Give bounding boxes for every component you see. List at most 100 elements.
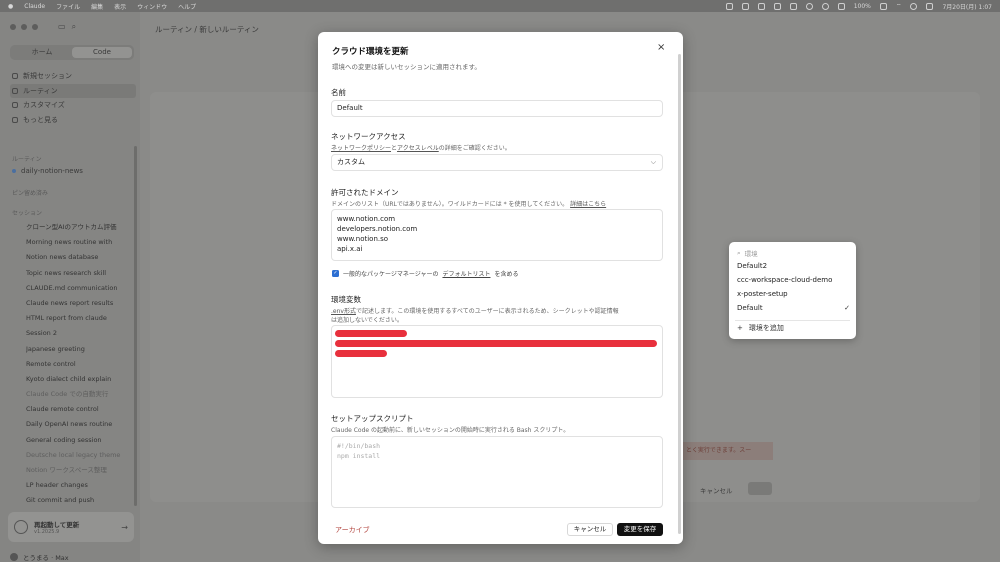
update-version: v1.2025.9 xyxy=(34,529,60,535)
default-list-link[interactable]: デフォルトリスト xyxy=(442,269,490,278)
option-label: ccc-workspace-cloud-demo xyxy=(737,276,833,284)
apple-icon[interactable]: ● xyxy=(8,3,13,10)
mode-switch: ホーム Code xyxy=(10,45,134,60)
learn-more-link[interactable]: 詳細はこちら xyxy=(570,201,606,208)
menu-edit[interactable]: 編集 xyxy=(91,2,103,11)
save-changes-button[interactable]: 変更を保存 xyxy=(617,523,663,536)
wifi-icon[interactable]: ⌔ xyxy=(896,2,902,10)
environment-option[interactable]: x-poster-setup xyxy=(736,287,850,301)
divider xyxy=(735,320,850,321)
network-access-select[interactable]: カスタム ⌵ xyxy=(331,154,663,171)
status-icon[interactable] xyxy=(821,2,829,10)
env-vars-textarea[interactable] xyxy=(331,325,663,398)
menu-window[interactable]: ウィンドウ xyxy=(137,2,167,11)
minimize-window-button[interactable] xyxy=(21,24,27,30)
sidebar-routine-item[interactable]: daily-notion-news xyxy=(12,167,83,175)
environment-dropdown: ⌕ 環境 Default2 ccc-workspace-cloud-demo x… xyxy=(729,242,856,339)
setup-script-hint: Claude Code の起動前に、新しいセッションの開始時に実行される Bas… xyxy=(331,427,570,434)
search-icon[interactable] xyxy=(910,2,918,10)
list-item[interactable]: HTML report from claude xyxy=(26,311,134,326)
environment-search-placeholder: 環境 xyxy=(744,250,758,258)
routine-dot-icon xyxy=(12,169,16,173)
status-icon[interactable] xyxy=(837,2,845,10)
status-icon[interactable] xyxy=(805,2,813,10)
name-label: 名前 xyxy=(331,88,346,97)
allowed-domains-textarea[interactable]: www.notion.com developers.notion.com www… xyxy=(331,209,663,261)
status-icon[interactable] xyxy=(757,2,765,10)
status-icon[interactable] xyxy=(789,2,797,10)
sidebar-item-new-session[interactable]: 新規セッション xyxy=(10,69,136,84)
sidebar-item-more[interactable]: もっと見る xyxy=(10,113,136,128)
redaction-mark xyxy=(335,350,387,357)
env-vars-hint-2: は追加しないでください。 xyxy=(331,317,403,324)
list-item[interactable]: クローン型AIのアウトカム評価 xyxy=(26,220,134,235)
menu-file[interactable]: ファイル xyxy=(56,2,80,11)
environment-option[interactable]: Default2 xyxy=(736,259,850,273)
tab-code[interactable]: Code xyxy=(72,47,132,58)
search-icon[interactable]: ⌕ xyxy=(72,22,76,32)
control-center-icon[interactable] xyxy=(926,2,934,10)
dialog-subtitle: 環境への変更は新しいセッションに適用されます。 xyxy=(332,63,481,71)
dialog-title: クラウド環境を更新 xyxy=(332,47,409,57)
list-item[interactable]: Claude news report results xyxy=(26,296,134,311)
archive-button[interactable]: アーカイブ xyxy=(335,525,370,535)
env-format-link[interactable]: .env形式 xyxy=(331,308,356,315)
sidebar-scrollbar[interactable] xyxy=(134,146,137,506)
list-item[interactable]: Session 2 xyxy=(26,326,134,341)
user-name: とうまる · Max xyxy=(23,554,69,562)
list-item[interactable]: Notion ワークスペース整理 xyxy=(26,463,134,478)
sidebar-toggle-icon[interactable]: ▭ xyxy=(58,22,66,32)
environment-search[interactable]: ⌕ 環境 xyxy=(737,248,758,259)
setup-script-textarea[interactable]: #!/bin/bash npm install xyxy=(331,436,663,508)
add-environment-button[interactable]: + 環境を追加 xyxy=(737,323,784,333)
cancel-button[interactable]: キャンセル xyxy=(567,523,613,536)
menu-view[interactable]: 表示 xyxy=(114,2,126,11)
environment-option[interactable]: Default ✓ xyxy=(736,301,850,315)
zoom-window-button[interactable] xyxy=(32,24,38,30)
domains-label: 許可されたドメイン xyxy=(331,188,399,197)
tab-home[interactable]: ホーム xyxy=(12,47,72,58)
pinned-heading[interactable]: ピン留め済み xyxy=(12,188,48,197)
list-item[interactable]: Daily OpenAI news routine xyxy=(26,417,134,432)
routine-save-button[interactable] xyxy=(748,482,772,495)
environment-options: Default2 ccc-workspace-cloud-demo x-post… xyxy=(736,259,850,315)
list-item[interactable]: Kyoto dialect child explain xyxy=(26,372,134,387)
menubar-datetime[interactable]: 7月20日(月) 1:07 xyxy=(942,2,992,11)
battery-icon[interactable] xyxy=(879,2,887,10)
status-icon[interactable] xyxy=(725,2,733,10)
status-icon[interactable] xyxy=(741,2,749,10)
list-item[interactable]: Claude Code での自動実行 xyxy=(26,387,134,402)
list-item[interactable]: Topic news research skill xyxy=(26,266,134,281)
menu-help[interactable]: ヘルプ xyxy=(178,2,196,11)
close-icon[interactable]: × xyxy=(657,42,665,53)
menu-app-name[interactable]: Claude xyxy=(24,3,45,10)
list-item[interactable]: Claude remote control xyxy=(26,402,134,417)
list-item[interactable]: Japanese greeting xyxy=(26,342,134,357)
close-window-button[interactable] xyxy=(10,24,16,30)
chevron-down-icon: ⌵ xyxy=(650,158,656,166)
network-policy-link[interactable]: ネットワークポリシー xyxy=(331,145,391,152)
dialog-scrollbar[interactable] xyxy=(678,54,681,534)
list-item[interactable]: CLAUDE.md communication xyxy=(26,281,134,296)
name-field[interactable]: Default xyxy=(331,100,663,117)
routine-cancel-button[interactable]: キャンセル xyxy=(700,485,733,495)
domain-line: www.notion.com xyxy=(337,215,396,223)
list-item[interactable]: Deutsche local legacy theme xyxy=(26,448,134,463)
list-item[interactable]: General coding session xyxy=(26,433,134,448)
user-menu[interactable]: とうまる · Max xyxy=(10,552,69,562)
list-item[interactable]: Notion news database xyxy=(26,250,134,265)
list-item[interactable]: Remote control xyxy=(26,357,134,372)
routine-label: daily-notion-news xyxy=(21,167,83,175)
sidebar-item-customize[interactable]: カスタマイズ xyxy=(10,98,136,113)
list-item[interactable]: Morning news routine with xyxy=(26,235,134,250)
option-label: x-poster-setup xyxy=(737,290,788,298)
list-item[interactable]: Git commit and push xyxy=(26,493,134,508)
list-item[interactable]: LP header changes xyxy=(26,478,134,493)
update-card[interactable]: 再起動して更新 v1.2025.9 → xyxy=(8,512,134,542)
environment-option[interactable]: ccc-workspace-cloud-demo xyxy=(736,273,850,287)
status-icon[interactable] xyxy=(773,2,781,10)
sidebar-item-label: 新規セッション xyxy=(23,72,72,81)
access-level-link[interactable]: アクセスレベル xyxy=(397,145,439,152)
sidebar-item-routines[interactable]: ルーティン xyxy=(10,83,136,98)
include-package-managers-checkbox[interactable]: ✓ xyxy=(332,270,339,277)
